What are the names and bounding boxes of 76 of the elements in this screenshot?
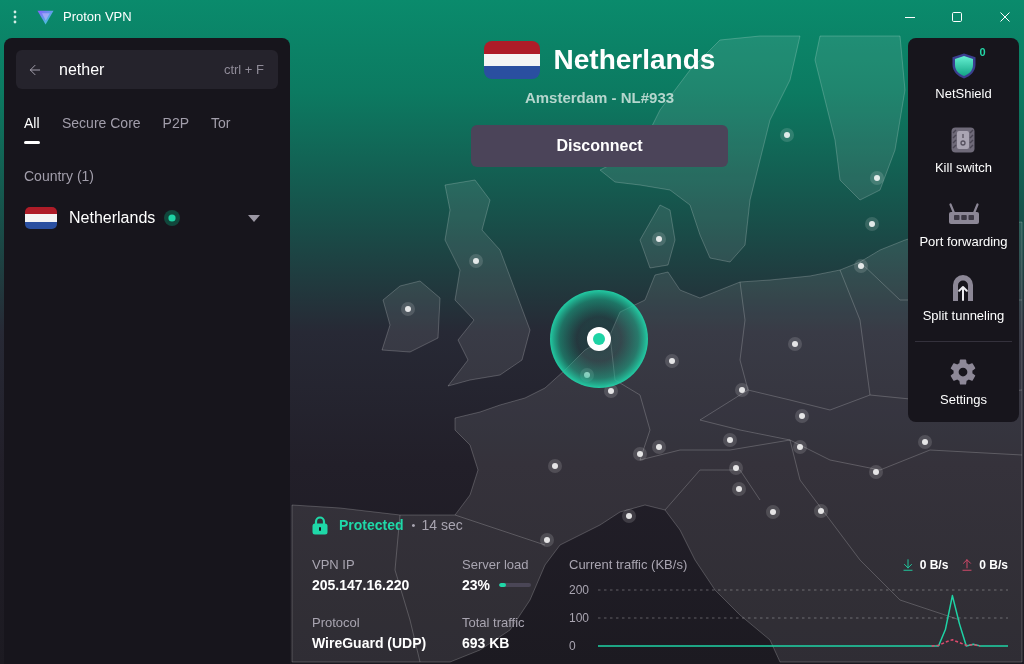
server-dot-icon[interactable] <box>622 509 636 523</box>
filter-tab[interactable]: Secure Core <box>62 114 141 144</box>
server-dot-icon[interactable] <box>780 128 794 142</box>
server-dot-icon[interactable] <box>854 259 868 273</box>
app-logo-icon <box>37 9 54 25</box>
server-dot-icon[interactable] <box>788 337 802 351</box>
stat-label: VPN IP <box>312 556 356 574</box>
stat-label: Server load <box>462 556 530 574</box>
window-title: Proton VPN <box>63 9 132 25</box>
split-tunneling-button[interactable]: Split tunneling <box>922 274 1005 324</box>
flag-icon <box>483 41 540 79</box>
stat-value: 23% <box>462 576 491 595</box>
search-field[interactable]: nether ctrl + F <box>16 50 278 89</box>
disconnect-button[interactable]: Disconnect <box>471 125 728 167</box>
country-item[interactable]: Netherlands <box>16 207 278 229</box>
server-dot-icon[interactable] <box>665 354 679 368</box>
server-dot-icon[interactable] <box>918 435 932 449</box>
connection-duration: 14 sec <box>421 516 463 534</box>
stat-label: Protocol <box>312 614 361 632</box>
lock-icon <box>312 515 328 535</box>
upload-icon <box>960 558 975 572</box>
filter-tab[interactable]: P2P <box>162 114 190 144</box>
filter-tab[interactable]: All <box>24 114 40 144</box>
results-heading: Country (1) <box>23 167 96 185</box>
shortcut-hint: ctrl + F <box>223 61 264 78</box>
server-name: Amsterdam - NL#933 <box>524 88 675 108</box>
filter-tab[interactable]: Tor <box>211 114 231 144</box>
server-dot-icon[interactable] <box>869 465 883 479</box>
stat-label: Total traffic <box>462 614 526 632</box>
server-dot-icon[interactable] <box>652 440 666 454</box>
server-dot-icon[interactable] <box>633 447 647 461</box>
search-input[interactable]: nether <box>59 59 224 80</box>
server-dot-icon[interactable] <box>732 482 746 496</box>
tunnel-arrow-icon <box>952 274 975 302</box>
server-dot-icon[interactable] <box>652 232 666 246</box>
shield-count: 0 <box>979 46 986 58</box>
chart-title: Current traffic (KB/s) <box>569 556 688 574</box>
kill-switch-button[interactable]: Kill switch <box>934 126 993 176</box>
server-dot-icon[interactable] <box>729 461 743 475</box>
server-dot-icon[interactable] <box>540 533 554 547</box>
server-dot-icon[interactable] <box>793 440 807 454</box>
minimize-icon <box>904 16 915 18</box>
status-separator: • <box>411 518 416 532</box>
flag-icon <box>25 207 57 229</box>
menu-dots-icon[interactable] <box>13 10 17 24</box>
close-icon <box>1000 12 1010 22</box>
stat-value: WireGuard (UDP) <box>312 634 427 653</box>
toggle-switch-icon <box>951 127 976 153</box>
server-dot-icon[interactable] <box>723 433 737 447</box>
server-dot-icon[interactable] <box>401 302 415 316</box>
server-dot-icon[interactable] <box>735 383 749 397</box>
download-icon <box>900 558 915 572</box>
server-dot-icon[interactable] <box>865 217 879 231</box>
stat-value: 693 KB <box>462 634 510 653</box>
settings-icon <box>949 358 978 386</box>
maximize-icon <box>951 12 962 22</box>
server-dot-icon[interactable] <box>766 505 780 519</box>
server-dot-icon[interactable] <box>814 504 828 518</box>
server-dot-icon[interactable] <box>548 459 562 473</box>
location-marker-icon[interactable] <box>550 290 648 388</box>
upload-rate: 0 B/s <box>979 557 1008 573</box>
server-dot-icon[interactable] <box>795 409 809 423</box>
caret-down-icon[interactable] <box>248 214 260 222</box>
stat-value: 205.147.16.220 <box>312 576 410 595</box>
server-dot-icon[interactable] <box>469 254 483 268</box>
shield-icon <box>951 53 976 79</box>
axis-tick-label: 200 <box>569 582 591 598</box>
download-rate: 0 B/s <box>919 557 949 573</box>
connection-status: Protected <box>339 516 404 534</box>
country-name: Netherlands <box>553 43 716 77</box>
axis-tick-label: 100 <box>569 610 591 626</box>
server-dot-icon[interactable] <box>870 171 884 185</box>
settings-button[interactable]: Settings <box>940 358 987 408</box>
port-forwarding-button[interactable]: Port forwarding <box>919 200 1008 250</box>
router-icon <box>947 203 980 225</box>
axis-tick-label: 0 <box>569 638 577 654</box>
